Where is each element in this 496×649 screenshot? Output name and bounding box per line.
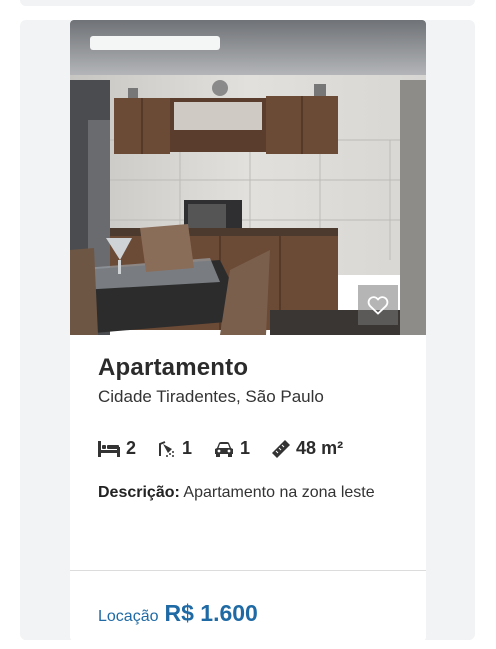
bathrooms-count: 1	[182, 438, 193, 458]
bed-icon	[98, 440, 120, 457]
area-value: 48 m²	[296, 438, 344, 458]
listing-card[interactable]: Apartamento Cidade Tiradentes, São Paulo…	[70, 20, 426, 641]
feature-bedrooms: 2	[98, 438, 136, 459]
parking-count: 1	[240, 438, 251, 458]
listing-photo[interactable]	[70, 20, 426, 335]
description-text: Apartamento na zona leste	[183, 484, 375, 501]
price-value: R$ 1.600	[164, 600, 258, 626]
shower-icon	[159, 440, 175, 457]
heart-icon	[367, 296, 389, 315]
listing-description: Descrição: Apartamento na zona leste	[98, 483, 388, 503]
feature-area: 48 m²	[272, 438, 343, 459]
car-icon	[215, 441, 234, 457]
listing-location: Cidade Tiradentes, São Paulo	[98, 387, 324, 406]
feature-parking: 1	[214, 438, 250, 459]
feature-bathrooms: 1	[158, 438, 192, 459]
bedrooms-count: 2	[126, 438, 137, 458]
listing-title: Apartamento	[98, 354, 249, 381]
description-label: Descrição:	[98, 484, 180, 501]
divider	[70, 570, 426, 571]
previous-card-edge	[20, 0, 475, 6]
ruler-icon	[272, 439, 291, 458]
price-type-label: Locação	[98, 608, 159, 625]
favorite-button[interactable]	[358, 285, 398, 325]
price-row: Locação R$ 1.600	[98, 600, 258, 627]
feature-list: 2 1 1 48 m²	[98, 438, 365, 459]
